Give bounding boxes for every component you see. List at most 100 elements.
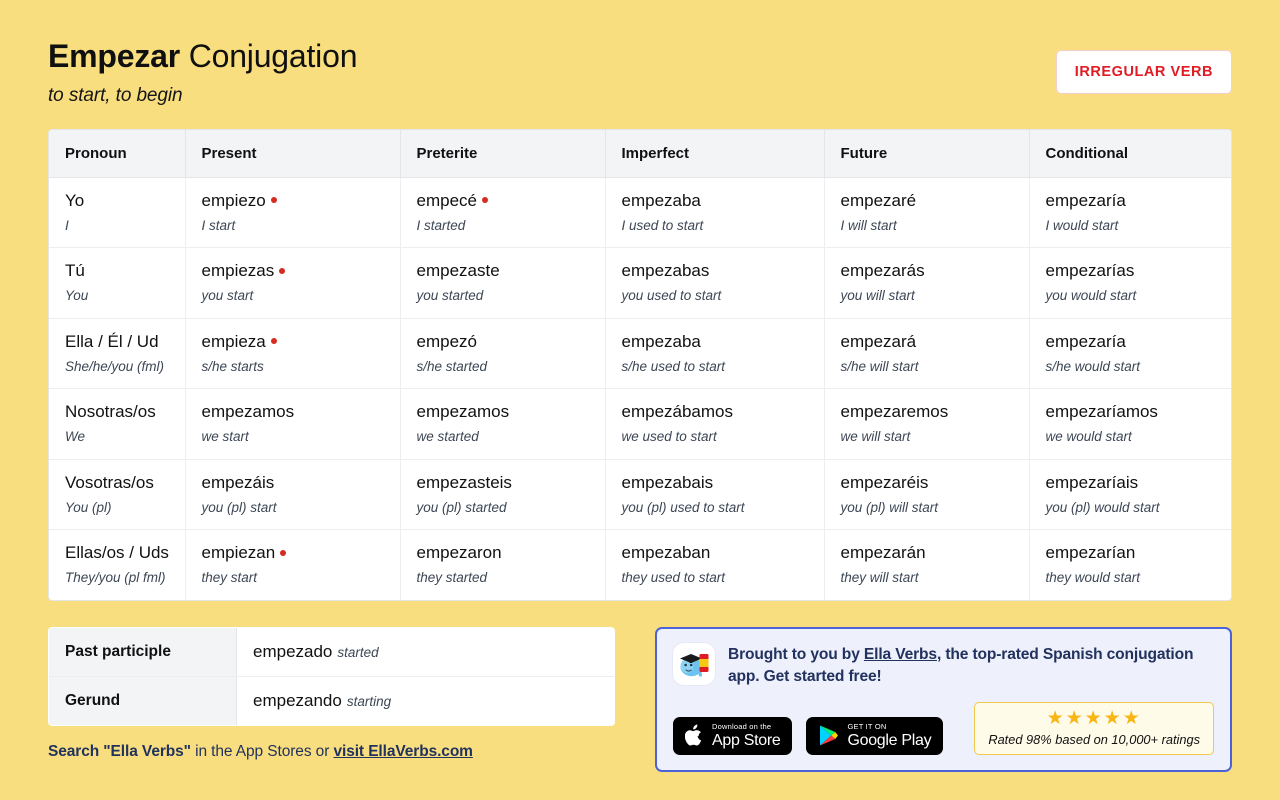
cell-pronoun: Vosotras/os You (pl): [49, 459, 186, 531]
verb-form-gloss: s/he started: [416, 358, 488, 374]
gerund-gloss: starting: [346, 693, 392, 709]
verb-form: empezamos: [201, 402, 295, 422]
verb-form: empezará: [840, 331, 917, 351]
cell-imperfect: empezábamos we used to start: [605, 388, 825, 460]
table-row: Vosotras/os You (pl) empezáis you (pl) star…: [49, 459, 1231, 531]
verb-form-gloss: we started: [416, 429, 479, 445]
ellaverbs-website-link[interactable]: visit EllaVerbs.com: [333, 743, 473, 760]
title-suffix: Conjugation: [180, 38, 358, 74]
column-header-future: Future: [824, 129, 1030, 178]
cell-conditional: empezarías you would start: [1029, 247, 1231, 319]
title-block: Empezar Conjugation to start, to begin: [48, 38, 357, 107]
irregular-marker-icon: [270, 197, 277, 204]
cell-imperfect: empezaban they used to start: [605, 529, 825, 600]
table-row-past-participle: Past participle empezado started: [49, 627, 614, 677]
verb-form-gloss: they will start: [840, 570, 919, 586]
elephant-graduate-icon: [673, 642, 715, 685]
table-row: Ellas/os / Uds They/you (pl fml) empiezan t…: [49, 529, 1231, 600]
pronoun-gloss: You (pl): [65, 499, 112, 515]
verb-form-gloss: you started: [416, 288, 484, 304]
verb-form: empezasteis: [416, 472, 512, 492]
verb-form-gloss: we will start: [840, 429, 911, 445]
ella-verbs-link[interactable]: Ella Verbs: [864, 646, 937, 663]
promo-text-before: Brought to you by: [728, 645, 864, 663]
irregular-marker-icon: [481, 197, 488, 204]
cell-imperfect: empezabas you used to start: [605, 247, 825, 319]
verb-form: empezabais: [621, 472, 714, 492]
promo-message: Brought to you by Ella Verbs, the top-ra…: [728, 643, 1214, 689]
search-prompt-bold: Search "Ella Verbs": [48, 742, 191, 760]
cell-future: empezaré I will start: [824, 177, 1030, 249]
verb-form-gloss: s/he starts: [201, 358, 264, 374]
google-play-button[interactable]: GET IT ON Google Play: [806, 716, 944, 755]
verb-form-gloss: you (pl) used to start: [621, 499, 745, 515]
cell-preterite: empezasteis you (pl) started: [400, 459, 606, 531]
verb-form-gloss: s/he would start: [1045, 358, 1141, 374]
verb-form: empezaría: [1045, 190, 1126, 210]
cell-conditional: empezaríamos we would start: [1029, 388, 1231, 460]
past-participle-gloss: started: [337, 644, 379, 660]
cell-present: empezamos we start: [185, 388, 401, 460]
verb-form-gloss: you (pl) start: [201, 499, 277, 515]
app-store-button[interactable]: Download on the App Store: [673, 716, 793, 755]
conjugation-table-body: Yo Iempiezo I start empecé I started empezaba…: [49, 177, 1231, 600]
verb-translation: to start, to begin: [48, 84, 183, 106]
pronoun-text: Ellas/os / Uds: [65, 543, 169, 563]
verb-form: empezó: [416, 331, 477, 351]
promo-store-row: Download on the App Store GET IT ON Goog…: [673, 701, 1214, 755]
cell-future: empezarás you will start: [824, 247, 1030, 319]
verb-form-gloss: I start: [201, 217, 236, 233]
verb-form: empezaría: [1045, 331, 1126, 351]
verb-form-gloss: they would start: [1045, 570, 1141, 586]
gerund-value: empezando starting: [237, 676, 615, 725]
cell-present: empiezo I start: [185, 177, 401, 249]
column-header-pronoun: Pronoun: [49, 129, 186, 178]
google-play-small-label: GET IT ON: [847, 722, 887, 732]
column-header-conditional: Conditional: [1029, 129, 1231, 178]
cell-imperfect: empezabais you (pl) used to start: [605, 459, 825, 531]
pronoun-gloss: They/you (pl fml): [65, 570, 166, 586]
verb-form: empezaban: [621, 543, 711, 563]
verb-form-gloss: we start: [201, 429, 249, 445]
rating-text: Rated 98% based on 10,000+ ratings: [988, 731, 1200, 747]
table-row: Nosotras/os We empezamos we start empezamos w…: [49, 388, 1231, 460]
verb-form: empezaste: [416, 261, 500, 281]
cell-conditional: empezaría I would start: [1029, 177, 1231, 249]
cell-preterite: empezamos we started: [400, 388, 606, 460]
pronoun-text: Ella / Él / Ud: [65, 331, 159, 351]
conjugation-page: Empezar Conjugation to start, to begin I…: [0, 0, 1280, 800]
verb-form: empiezas: [202, 260, 384, 283]
cell-pronoun: Ellas/os / Uds They/you (pl fml): [49, 529, 186, 600]
verb-form: empezarán: [840, 543, 926, 563]
cell-present: empieza s/he starts: [185, 318, 401, 390]
verb-form-gloss: you start: [201, 288, 254, 304]
table-row: Ella / Él / Ud She/he/you (fml) empieza s/h…: [49, 318, 1231, 390]
verb-form-gloss: we would start: [1045, 429, 1132, 445]
cell-pronoun: Nosotras/os We: [49, 388, 186, 460]
verb-form: empiezan: [202, 542, 384, 565]
verb-form-gloss: you will start: [840, 288, 915, 304]
column-header-preterite: Preterite: [400, 129, 606, 178]
verb-form: empezaron: [416, 543, 502, 563]
cell-pronoun: Yo I: [49, 177, 186, 249]
column-header-imperfect: Imperfect: [605, 129, 825, 178]
irregular-marker-icon: [270, 338, 277, 345]
verb-form-gloss: you (pl) will start: [840, 499, 939, 515]
cell-present: empiezan they start: [185, 529, 401, 600]
gerund-label: Gerund: [49, 676, 237, 725]
cell-pronoun: Tú You: [49, 247, 186, 319]
verb-form: empezarás: [840, 261, 925, 281]
cell-conditional: empezaríais you (pl) would start: [1029, 459, 1231, 531]
verb-form: empezabas: [621, 261, 710, 281]
google-play-logo-icon: [820, 725, 839, 746]
cell-future: empezarán they will start: [824, 529, 1030, 600]
cell-preterite: empezaste you started: [400, 247, 606, 319]
verb-form-gloss: you (pl) started: [416, 499, 507, 515]
google-play-big-label: Google Play: [847, 731, 932, 749]
table-row: Tú You empiezas you start empezaste you start…: [49, 247, 1231, 319]
verb-form-gloss: I would start: [1045, 217, 1119, 233]
table-row: Yo Iempiezo I start empecé I started empezaba…: [49, 177, 1231, 249]
star-rating-icon: ★★★★★: [1046, 707, 1142, 729]
verb-form-gloss: you would start: [1045, 288, 1137, 304]
cell-future: empezaremos we will start: [824, 388, 1030, 460]
